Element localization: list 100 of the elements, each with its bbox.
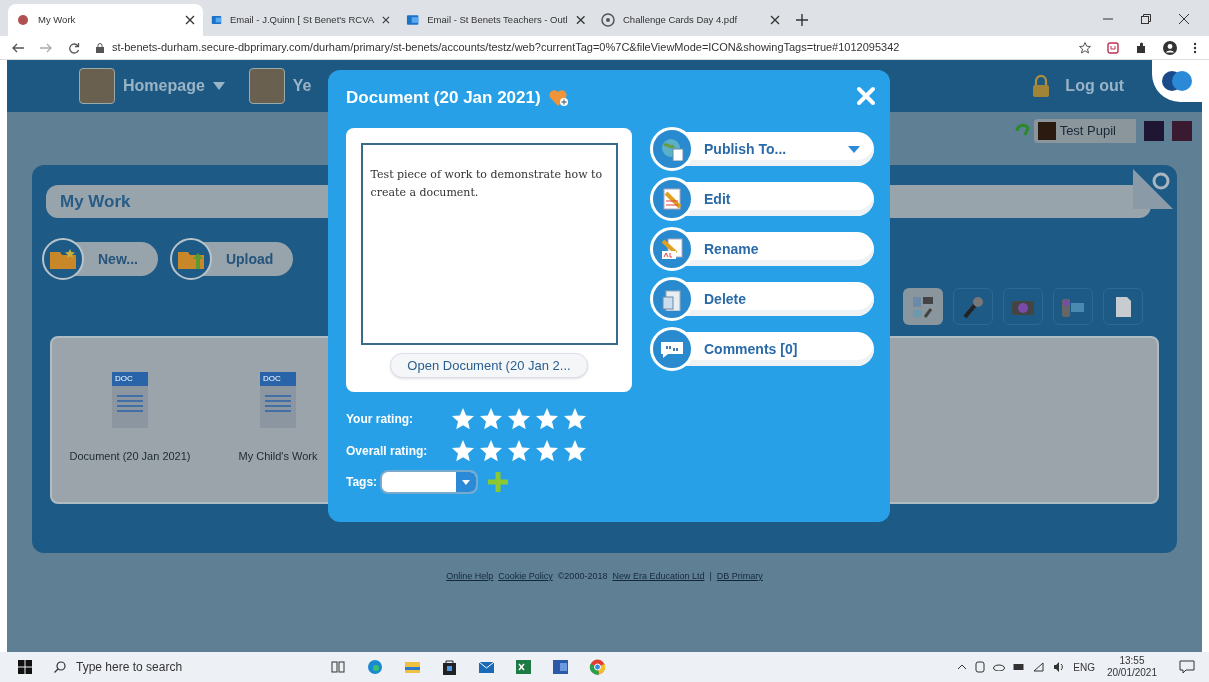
photo-placeholder	[1144, 121, 1164, 141]
chrome-icon[interactable]	[589, 658, 606, 676]
more-icon[interactable]	[1193, 41, 1197, 54]
browser-tab[interactable]: Email - St Benets Teachers - Outl	[398, 4, 593, 36]
task-view-icon[interactable]	[330, 658, 347, 676]
notification-icon[interactable]	[1179, 660, 1195, 674]
open-document-button[interactable]: Open Document (20 Jan 2...	[390, 353, 588, 378]
speaker-icon[interactable]	[1053, 662, 1066, 672]
rating-label: Overall rating:	[346, 443, 429, 460]
photo-placeholder	[1037, 122, 1056, 140]
tab-favicon-icon	[601, 13, 615, 27]
globe-document-icon	[650, 127, 694, 171]
footer-link[interactable]: Cookie Policy	[498, 570, 553, 584]
logout-link[interactable]: Log out	[1065, 74, 1124, 98]
profile-icon[interactable]	[1163, 40, 1177, 55]
panel-title: My Work	[60, 190, 131, 213]
rating-label: Your rating:	[346, 411, 415, 428]
tray-app-icon[interactable]	[975, 661, 986, 673]
footer-link[interactable]: Online Help	[446, 570, 494, 584]
heart-plus-icon	[548, 89, 569, 107]
close-icon[interactable]	[575, 15, 585, 25]
logo-icon	[1161, 70, 1193, 92]
shopping-bag-icon[interactable]	[441, 658, 458, 676]
language-indicator[interactable]: ENG	[1073, 659, 1095, 675]
tab-title: Email - J.Quinn [ St Benet's RCVA	[229, 12, 375, 27]
star-icon	[562, 438, 588, 464]
user-name: Test Pupil	[1059, 122, 1117, 141]
search-icon	[54, 661, 66, 673]
extension-icon[interactable]	[1107, 41, 1119, 54]
speech-bubble-icon	[650, 327, 694, 371]
star-icon[interactable]	[1079, 41, 1091, 54]
browser-tab[interactable]: My Work	[8, 4, 203, 36]
tab-title: My Work	[38, 12, 77, 27]
browser-tab[interactable]: Challenge Cards Day 4.pdf	[593, 4, 788, 36]
browser-tab[interactable]: Email - J.Quinn [ St Benet's RCVA	[203, 4, 398, 36]
document-abc-icon	[650, 227, 694, 271]
media-tool-button[interactable]	[1103, 288, 1143, 325]
caret-icon	[212, 82, 225, 90]
star-icon	[450, 438, 476, 464]
battery-icon[interactable]	[1013, 663, 1026, 671]
footer-link[interactable]: New Era Education Ltd	[612, 570, 705, 584]
tags-label: Tags:	[346, 474, 378, 491]
star-icon	[534, 438, 560, 464]
document-file-icon[interactable]: DOC	[112, 372, 148, 428]
nav-link[interactable]: Homepage	[123, 74, 225, 98]
star-icon	[478, 438, 504, 464]
cloud-icon[interactable]	[993, 663, 1006, 671]
tab-favicon-icon	[211, 13, 222, 27]
new-tab-icon[interactable]	[796, 14, 808, 26]
spreadsheet-icon[interactable]	[515, 658, 532, 676]
padlock-icon	[1033, 75, 1050, 97]
clock-time[interactable]: 13:55	[1119, 655, 1145, 667]
star-icon[interactable]	[534, 406, 560, 432]
document-file-icon[interactable]: DOC	[260, 372, 296, 428]
lock-icon	[96, 42, 104, 53]
clock-date[interactable]: 20/01/2021	[1106, 667, 1157, 679]
document-pencil-icon	[650, 177, 694, 221]
browser-icon[interactable]	[367, 658, 384, 676]
star-icon[interactable]	[562, 406, 588, 432]
back-icon[interactable]	[12, 42, 24, 53]
windows-start-icon[interactable]	[18, 660, 32, 674]
close-icon[interactable]	[1179, 14, 1189, 24]
star-icon[interactable]	[450, 406, 476, 432]
photo-placeholder	[248, 68, 285, 104]
tab-favicon-icon	[16, 13, 30, 27]
footer-link[interactable]: DB Primary	[716, 570, 763, 584]
star-icon	[506, 438, 532, 464]
caret-icon	[462, 479, 471, 485]
star-icon[interactable]	[506, 406, 532, 432]
tab-favicon-icon	[406, 13, 420, 27]
folder-arrow-icon	[177, 249, 204, 269]
close-icon[interactable]	[185, 15, 195, 25]
dialog-title: Document (20 Jan 2021)	[346, 87, 541, 110]
address-field[interactable]: st-benets-durham.secure-dbprimary.com/durham/primary/st-benets/accounts/testz/web?currentTag=0%7C&fileViewMode=ICON&showingTags=true#1012095342	[112, 39, 900, 56]
lines-icon	[265, 392, 291, 412]
footer-text: ©2000-2018	[557, 570, 608, 583]
file-name: Document (20 Jan 2021)	[69, 449, 191, 464]
document-preview-text: Test piece of work to demonstrate how to create a document.	[360, 143, 618, 345]
tab-title: Challenge Cards Day 4.pdf	[623, 12, 739, 27]
nav-link[interactable]: Ye	[292, 74, 312, 98]
close-icon[interactable]	[382, 15, 390, 25]
media-tool-button[interactable]	[953, 288, 993, 325]
file-name: My Child's Work	[238, 449, 318, 464]
folder-star-icon	[50, 249, 76, 269]
lines-icon	[117, 392, 143, 412]
taskbar-search-field[interactable]: Type here to search	[54, 658, 304, 676]
star-icon[interactable]	[478, 406, 504, 432]
restore-icon[interactable]	[1141, 14, 1151, 24]
photo-placeholder	[79, 68, 115, 104]
media-tool-button[interactable]	[903, 288, 943, 325]
footer-text: |	[709, 570, 712, 583]
close-icon[interactable]	[770, 15, 780, 25]
photo-placeholder	[1172, 121, 1192, 141]
chevron-up-icon[interactable]	[957, 664, 968, 670]
word-document-icon[interactable]	[552, 658, 569, 676]
trash-can-icon	[650, 277, 694, 321]
reload-icon[interactable]	[68, 41, 80, 54]
tags-dropdown[interactable]	[380, 470, 479, 494]
tab-title: Email - St Benets Teachers - Outl	[427, 12, 568, 27]
caret-icon	[848, 145, 860, 153]
